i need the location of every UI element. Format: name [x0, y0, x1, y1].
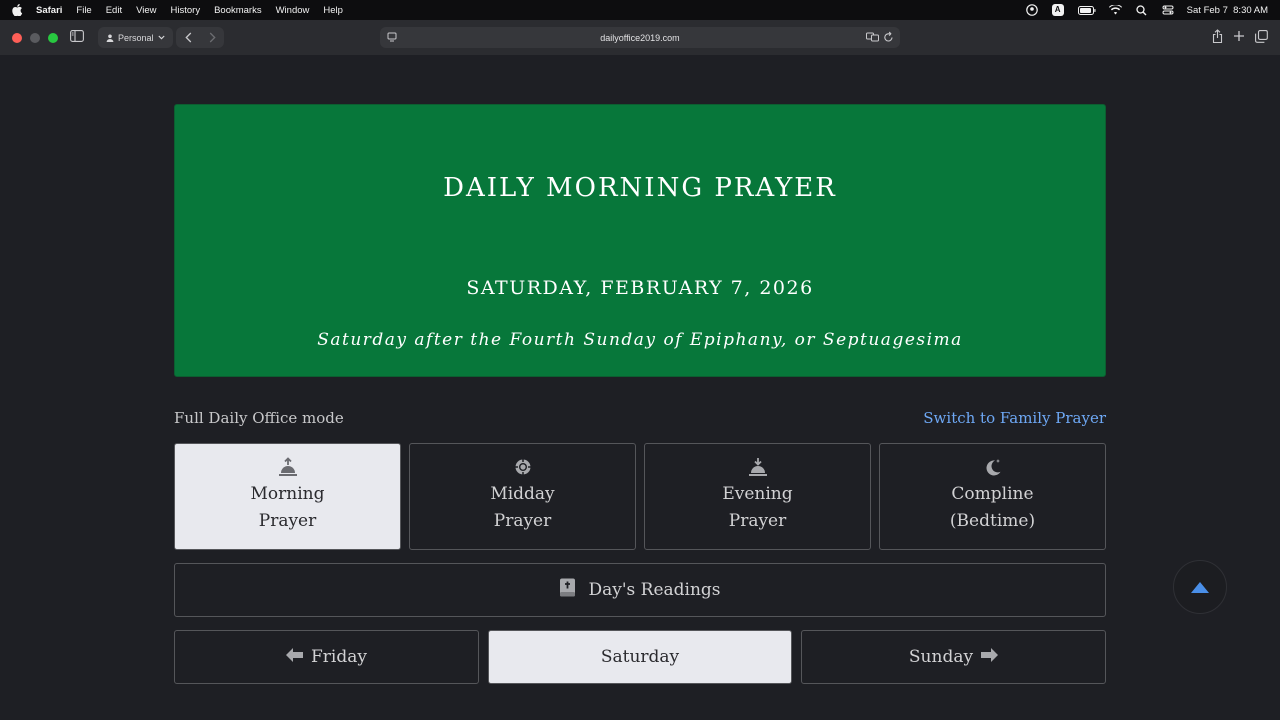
- tab-overview-icon[interactable]: [1255, 29, 1268, 43]
- prev-day-button[interactable]: Friday: [174, 630, 479, 684]
- forward-button[interactable]: [209, 32, 216, 43]
- office-evening-prayer[interactable]: Evening Prayer: [644, 443, 871, 550]
- spotlight-search-icon[interactable]: [1135, 3, 1149, 17]
- apple-logo-icon[interactable]: [12, 4, 24, 16]
- user-circle-icon[interactable]: [1025, 3, 1039, 17]
- battery-icon[interactable]: [1077, 3, 1097, 17]
- office-label-line2: Prayer: [258, 511, 317, 531]
- input-source-label: A: [1051, 4, 1064, 16]
- office-morning-prayer[interactable]: Morning Prayer: [174, 443, 401, 550]
- profile-label: Personal: [118, 32, 154, 43]
- moon-icon: [880, 456, 1105, 478]
- date-heading: SATURDAY, FEBRUARY 7, 2026: [466, 277, 814, 299]
- office-label-line2: Prayer: [728, 511, 787, 531]
- readings-label: Day's Readings: [588, 580, 721, 600]
- chevron-left-icon: [184, 32, 191, 43]
- office-label-line1: Evening: [722, 484, 793, 504]
- office-label-line2: (Bedtime): [949, 511, 1036, 531]
- next-day-button[interactable]: Sunday: [801, 630, 1106, 684]
- menu-bar: Safari File Edit View History Bookmarks …: [0, 0, 1280, 20]
- history-nav: [176, 27, 224, 48]
- menu-window[interactable]: Window: [276, 5, 310, 16]
- menu-safari[interactable]: Safari: [36, 5, 62, 16]
- share-icon[interactable]: [1212, 29, 1223, 43]
- switch-family-prayer-link[interactable]: Switch to Family Prayer: [923, 409, 1106, 427]
- reload-icon[interactable]: [883, 31, 894, 45]
- current-day-button[interactable]: Saturday: [488, 630, 792, 684]
- office-label-line1: Morning: [250, 484, 325, 504]
- menubar-clock[interactable]: Sat Feb 7 8:30 AM: [1187, 5, 1268, 16]
- menu-history[interactable]: History: [171, 5, 201, 16]
- menu-bookmarks[interactable]: Bookmarks: [214, 5, 262, 16]
- url-text: dailyoffice2019.com: [600, 32, 680, 43]
- sidebar-toggle-icon[interactable]: [70, 30, 84, 42]
- sun-icon: [410, 456, 635, 478]
- prev-day-label: Friday: [311, 647, 367, 667]
- arrow-left-icon: [286, 647, 303, 667]
- minimize-window-button[interactable]: [30, 32, 40, 43]
- close-window-button[interactable]: [12, 32, 22, 43]
- office-label-line1: Midday: [490, 484, 555, 504]
- input-source-icon[interactable]: A: [1051, 3, 1065, 17]
- new-tab-icon[interactable]: [1233, 29, 1245, 43]
- sunrise-icon: [175, 456, 400, 478]
- office-midday-prayer[interactable]: Midday Prayer: [409, 443, 636, 550]
- menu-edit[interactable]: Edit: [106, 5, 122, 16]
- person-icon: [106, 34, 114, 42]
- profile-switcher[interactable]: Personal: [98, 27, 173, 48]
- translate-icon[interactable]: [866, 31, 879, 45]
- bible-icon: [559, 578, 576, 602]
- page-title: DAILY MORNING PRAYER: [443, 173, 837, 203]
- control-center-icon[interactable]: [1161, 3, 1175, 17]
- menu-file[interactable]: File: [76, 5, 91, 16]
- chevron-right-icon: [209, 32, 216, 43]
- zoom-window-button[interactable]: [48, 32, 58, 43]
- office-label-line2: Prayer: [493, 511, 552, 531]
- menu-help[interactable]: Help: [323, 5, 343, 16]
- next-day-label: Sunday: [908, 647, 974, 667]
- wifi-icon[interactable]: [1109, 3, 1123, 17]
- days-readings-button[interactable]: Day's Readings: [174, 563, 1106, 617]
- window-controls: [12, 32, 58, 43]
- chevron-down-icon: [157, 35, 165, 40]
- browser-toolbar: Personal dailyoffice2019.com: [0, 20, 1280, 55]
- liturgical-day: Saturday after the Fourth Sunday of Epip…: [317, 330, 963, 350]
- current-day-label: Saturday: [600, 647, 680, 667]
- scroll-to-top-button[interactable]: [1173, 560, 1227, 614]
- sunset-icon: [645, 456, 870, 478]
- page-menu-icon[interactable]: [386, 31, 398, 45]
- menu-view[interactable]: View: [136, 5, 156, 16]
- office-compline[interactable]: Compline (Bedtime): [879, 443, 1106, 550]
- back-button[interactable]: [184, 32, 192, 43]
- office-label-line1: Compline: [951, 484, 1034, 504]
- arrow-right-icon: [981, 647, 999, 667]
- address-bar[interactable]: dailyoffice2019.com: [380, 27, 900, 48]
- mode-label: Full Daily Office mode: [174, 409, 344, 427]
- caret-up-icon: [1191, 581, 1209, 593]
- hero-banner: DAILY MORNING PRAYER SATURDAY, FEBRUARY …: [174, 104, 1106, 377]
